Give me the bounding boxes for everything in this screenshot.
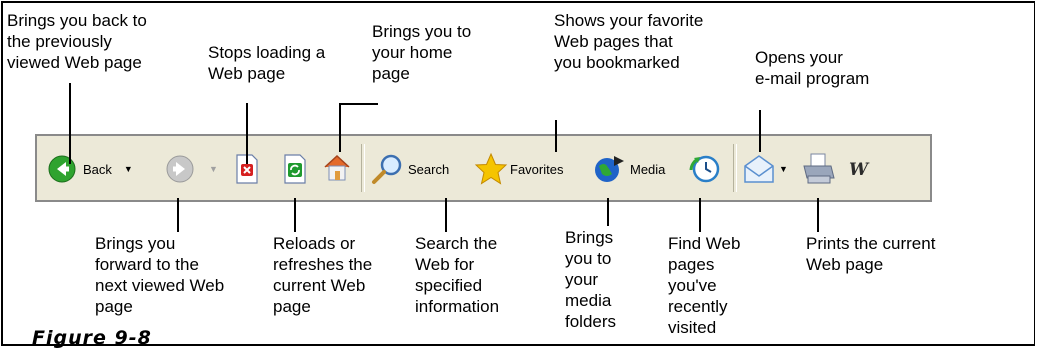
leader-home [339, 103, 378, 152]
caption-history: Find Web pages you've recently visited [668, 234, 741, 337]
caption-print: Prints the current Web page [806, 234, 936, 274]
caption-refresh: Reloads or refreshes the current Web pag… [273, 234, 373, 316]
caption-forward: Brings you forward to the next viewed We… [95, 234, 225, 316]
caption-media: Brings you to your media folders [565, 228, 617, 331]
figure-label: Figure 9-8 [32, 327, 152, 349]
caption-search: Search the Web for specified information [415, 234, 500, 316]
